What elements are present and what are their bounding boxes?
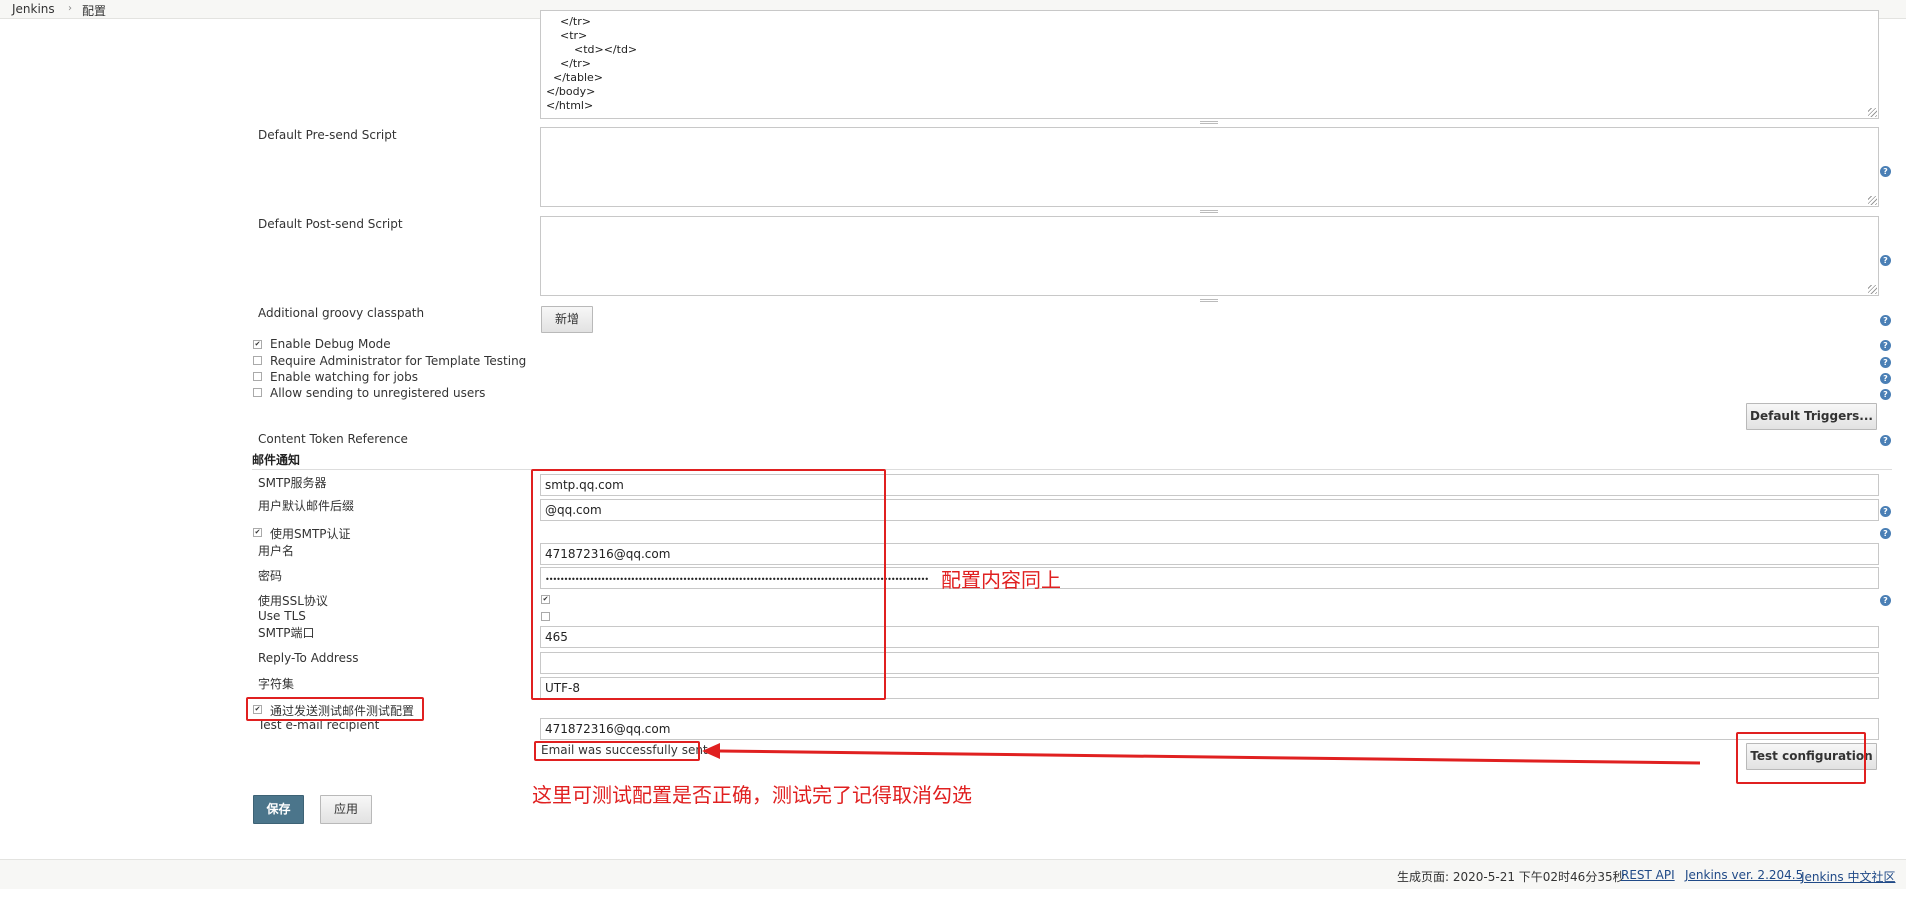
annotation-test-note: 这里可测试配置是否正确，测试完了记得取消勾选 (532, 783, 972, 807)
mail-section-title: 邮件通知 (252, 453, 301, 467)
smtp-auth-label: 使用SMTP认证 (270, 527, 351, 541)
save-button[interactable]: 保存 (253, 795, 304, 824)
help-icon[interactable]: ? (1880, 528, 1891, 539)
tls-label: Use TLS (258, 609, 306, 623)
resize-grip[interactable] (1868, 196, 1877, 205)
username-label: 用户名 (258, 544, 295, 558)
textarea-resize-handle[interactable] (1200, 299, 1218, 302)
debug-mode-label: Enable Debug Mode (270, 337, 391, 351)
jenkins-version-link[interactable]: Jenkins ver. 2.204.5 (1685, 868, 1803, 882)
watching-jobs-checkbox[interactable] (253, 372, 262, 381)
help-icon[interactable]: ? (1880, 506, 1891, 517)
annotation-box-success (534, 741, 700, 761)
textarea-resize-handle[interactable] (1200, 210, 1218, 213)
apply-button[interactable]: 应用 (320, 795, 372, 824)
help-icon[interactable]: ? (1880, 435, 1891, 446)
smtp-server-label: SMTP服务器 (258, 476, 327, 490)
annotation-arrow (702, 743, 1701, 765)
template-code: </tr> <tr> <td></td> </tr> </table> </bo… (546, 15, 638, 112)
post-send-script-textarea[interactable] (540, 216, 1879, 296)
ssl-label: 使用SSL协议 (258, 594, 328, 608)
unregistered-users-checkbox[interactable] (253, 388, 262, 397)
section-divider (252, 469, 1892, 470)
test-recipient-input[interactable]: 471872316@qq.com (540, 718, 1879, 740)
breadcrumb-separator: › (68, 3, 72, 14)
unregistered-users-label: Allow sending to unregistered users (270, 386, 486, 400)
content-token-label: Content Token Reference (258, 432, 408, 446)
footer-generated-time: 生成页面: 2020-5-21 下午02时46分35秒 (1397, 870, 1625, 884)
help-icon[interactable]: ? (1880, 315, 1891, 326)
rest-api-link[interactable]: REST API (1621, 868, 1675, 882)
help-icon[interactable]: ? (1880, 255, 1891, 266)
reply-to-label: Reply-To Address (258, 651, 359, 665)
resize-grip[interactable] (1868, 285, 1877, 294)
require-admin-checkbox[interactable] (253, 356, 262, 365)
smtp-port-label: SMTP端口 (258, 626, 315, 640)
post-send-script-label: Default Post-send Script (258, 217, 403, 231)
textarea-resize-handle[interactable] (1200, 121, 1218, 124)
annotation-same-config: 配置内容同上 (941, 568, 1061, 592)
password-label: 密码 (258, 569, 283, 583)
watching-jobs-label: Enable watching for jobs (270, 370, 418, 384)
breadcrumb-root[interactable]: Jenkins (12, 2, 55, 16)
debug-mode-checkbox[interactable]: ✔ (253, 340, 262, 349)
jenkins-community-link[interactable]: Jenkins 中文社区 (1801, 868, 1895, 885)
help-icon[interactable]: ? (1880, 166, 1891, 177)
help-icon[interactable]: ? (1880, 357, 1891, 368)
resize-grip[interactable] (1868, 108, 1877, 117)
help-icon[interactable]: ? (1880, 373, 1891, 384)
pre-send-script-label: Default Pre-send Script (258, 128, 397, 142)
page-footer: 生成页面: 2020-5-21 下午02时46分35秒 REST API Jen… (0, 859, 1906, 889)
pre-send-script-textarea[interactable] (540, 127, 1879, 207)
email-suffix-label: 用户默认邮件后缀 (258, 499, 355, 513)
annotation-box-test-button (1736, 732, 1866, 784)
breadcrumb-current[interactable]: 配置 (82, 2, 106, 19)
arrow-line (719, 749, 1701, 765)
charset-label: 字符集 (258, 677, 295, 691)
help-icon[interactable]: ? (1880, 595, 1891, 606)
annotation-box-test-checkbox (246, 697, 424, 721)
help-icon[interactable]: ? (1880, 389, 1891, 400)
help-icon[interactable]: ? (1880, 340, 1891, 351)
annotation-box-mail-config (531, 469, 886, 700)
add-classpath-button[interactable]: 新增 (541, 306, 593, 333)
smtp-auth-checkbox[interactable]: ✔ (253, 528, 262, 537)
groovy-classpath-label: Additional groovy classpath (258, 306, 425, 320)
require-admin-label: Require Administrator for Template Testi… (270, 354, 527, 368)
default-triggers-button[interactable]: Default Triggers... (1746, 403, 1877, 430)
template-content-textarea[interactable]: </tr> <tr> <td></td> </tr> </table> </bo… (540, 10, 1879, 119)
